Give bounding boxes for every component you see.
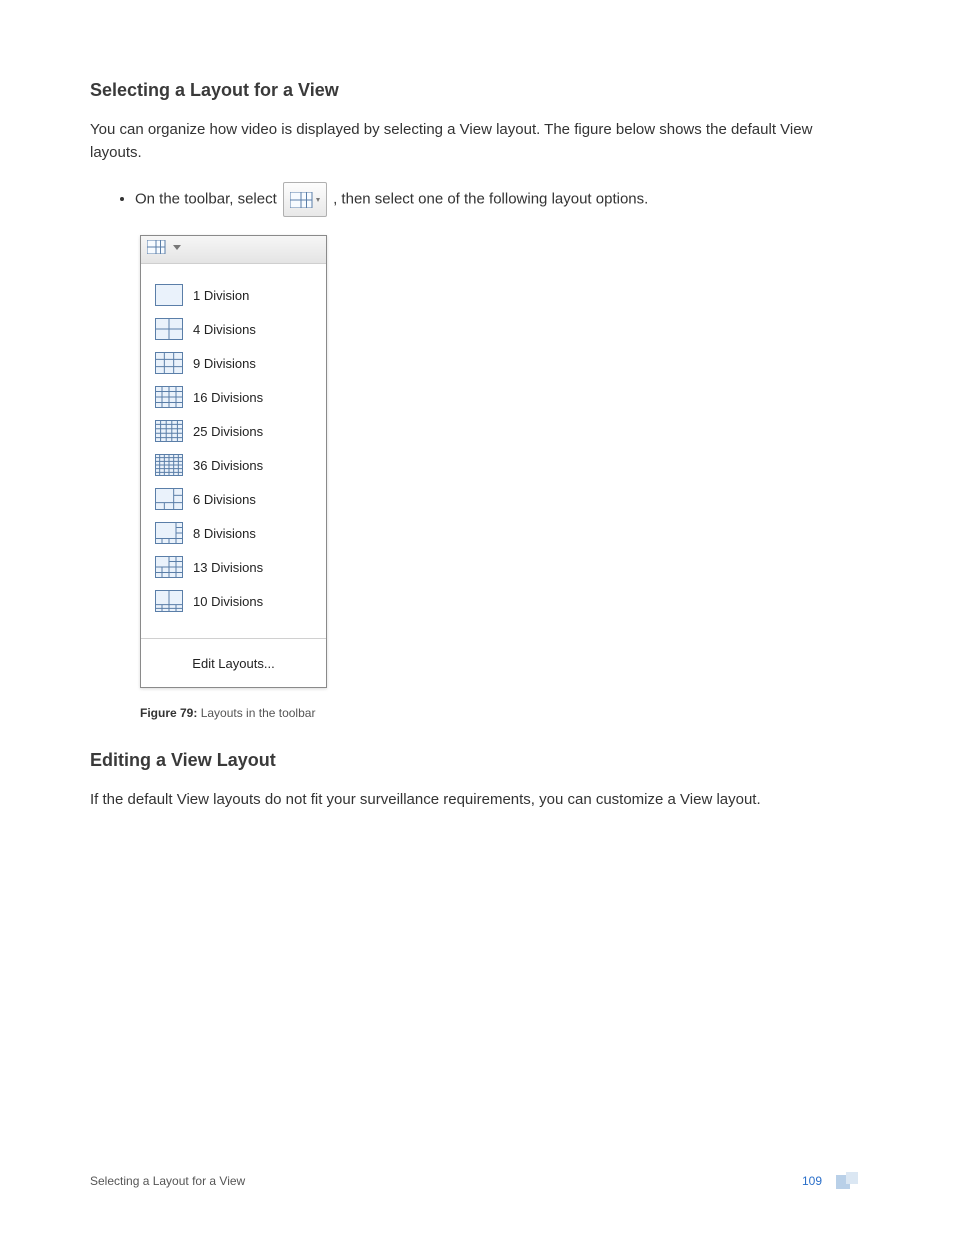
- layout-grid-icon: [147, 240, 169, 254]
- dropdown-separator: [141, 638, 326, 639]
- layout-option[interactable]: 36 Divisions: [141, 448, 326, 482]
- layout-option[interactable]: 13 Divisions: [141, 550, 326, 584]
- intro-paragraph-1: You can organize how video is displayed …: [90, 119, 864, 164]
- section-heading-editing: Editing a View Layout: [90, 750, 864, 771]
- layout-option[interactable]: 8 Divisions: [141, 516, 326, 550]
- footer-section-title: Selecting a Layout for a View: [90, 1174, 245, 1188]
- layout-option-icon: [155, 488, 183, 510]
- layout-option-icon: [155, 318, 183, 340]
- layout-option-icon: [155, 522, 183, 544]
- section-heading-selecting: Selecting a Layout for a View: [90, 80, 864, 101]
- page-footer: Selecting a Layout for a View 109: [90, 1172, 864, 1190]
- layout-option-icon: [155, 352, 183, 374]
- layout-option[interactable]: 25 Divisions: [141, 414, 326, 448]
- intro-paragraph-2: If the default View layouts do not fit y…: [90, 789, 864, 812]
- edit-layouts-link[interactable]: Edit Layouts...: [192, 656, 274, 671]
- layout-toolbar-button[interactable]: [147, 240, 181, 254]
- layout-option-icon: [155, 556, 183, 578]
- figure-label-bold: Figure 79:: [140, 706, 197, 720]
- page-number: 109: [802, 1174, 822, 1188]
- layout-option-label: 13 Divisions: [193, 560, 263, 575]
- layout-option-label: 36 Divisions: [193, 458, 263, 473]
- layout-option-icon: [155, 590, 183, 612]
- layout-option-label: 10 Divisions: [193, 594, 263, 609]
- instruction-text-post: , then select one of the following layou…: [333, 190, 648, 207]
- layout-toolbar-button-inline: [283, 182, 327, 217]
- layout-option[interactable]: 16 Divisions: [141, 380, 326, 414]
- layout-option-icon: [155, 454, 183, 476]
- layout-option-label: 16 Divisions: [193, 390, 263, 405]
- footer-logo-icon: [836, 1172, 864, 1190]
- layout-option[interactable]: 4 Divisions: [141, 312, 326, 346]
- layout-dropdown-toolbar: [141, 236, 326, 264]
- layout-option-label: 9 Divisions: [193, 356, 256, 371]
- footer-right: 109: [802, 1172, 864, 1190]
- figure-label-text: Layouts in the toolbar: [197, 706, 315, 720]
- layout-option[interactable]: 1 Division: [141, 278, 326, 312]
- layout-grid-icon: [290, 192, 320, 208]
- layout-option-label: 4 Divisions: [193, 322, 256, 337]
- figure-caption: Figure 79: Layouts in the toolbar: [140, 706, 864, 720]
- layout-option[interactable]: 9 Divisions: [141, 346, 326, 380]
- layout-option-icon: [155, 420, 183, 442]
- layout-option-label: 25 Divisions: [193, 424, 263, 439]
- instruction-list: On the toolbar, select , then select one…: [90, 182, 864, 217]
- document-page: Selecting a Layout for a View You can or…: [0, 0, 954, 1235]
- layout-option-label: 1 Division: [193, 288, 249, 303]
- layout-option-list: 1 Division 4 Divisions 9 Divisions 16 Divis…: [141, 264, 326, 632]
- layout-dropdown-footer: Edit Layouts...: [141, 645, 326, 687]
- layout-option-label: 8 Divisions: [193, 526, 256, 541]
- layout-option-icon: [155, 284, 183, 306]
- layout-option-icon: [155, 386, 183, 408]
- instruction-text-pre: On the toolbar, select: [135, 190, 281, 207]
- chevron-down-icon: [173, 243, 181, 251]
- layout-option[interactable]: 10 Divisions: [141, 584, 326, 618]
- instruction-item: On the toolbar, select , then select one…: [135, 182, 864, 217]
- layout-option[interactable]: 6 Divisions: [141, 482, 326, 516]
- layout-dropdown-panel: 1 Division 4 Divisions 9 Divisions 16 Divis…: [140, 235, 327, 688]
- layout-option-label: 6 Divisions: [193, 492, 256, 507]
